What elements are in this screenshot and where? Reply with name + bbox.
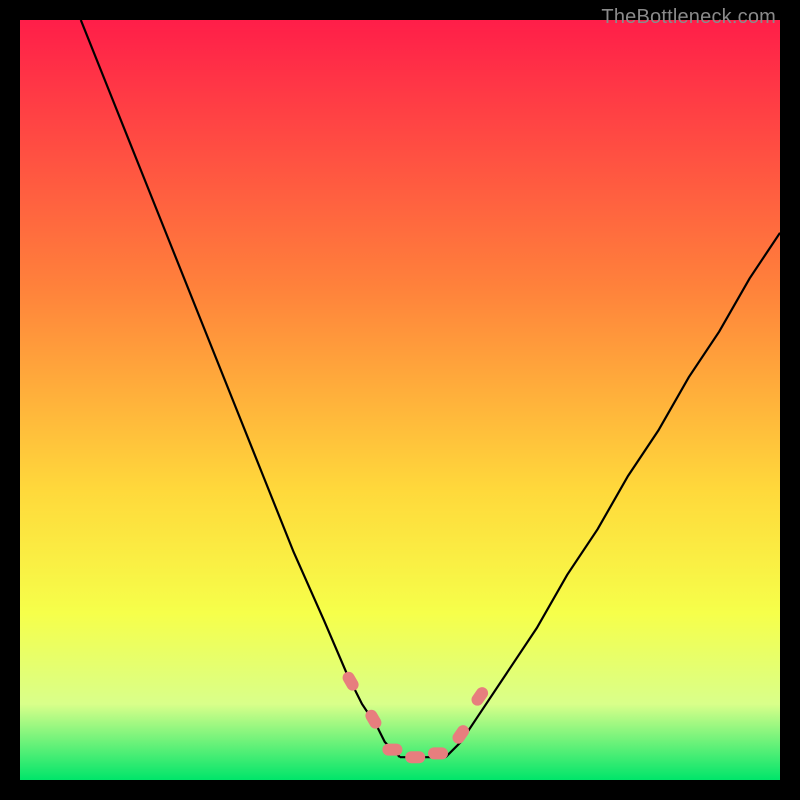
marker-point — [382, 744, 402, 756]
bottleneck-chart — [20, 20, 780, 780]
chart-frame — [20, 20, 780, 780]
marker-point — [428, 747, 448, 759]
marker-point — [405, 751, 425, 763]
watermark-text: TheBottleneck.com — [601, 6, 776, 29]
gradient-background — [20, 20, 780, 780]
